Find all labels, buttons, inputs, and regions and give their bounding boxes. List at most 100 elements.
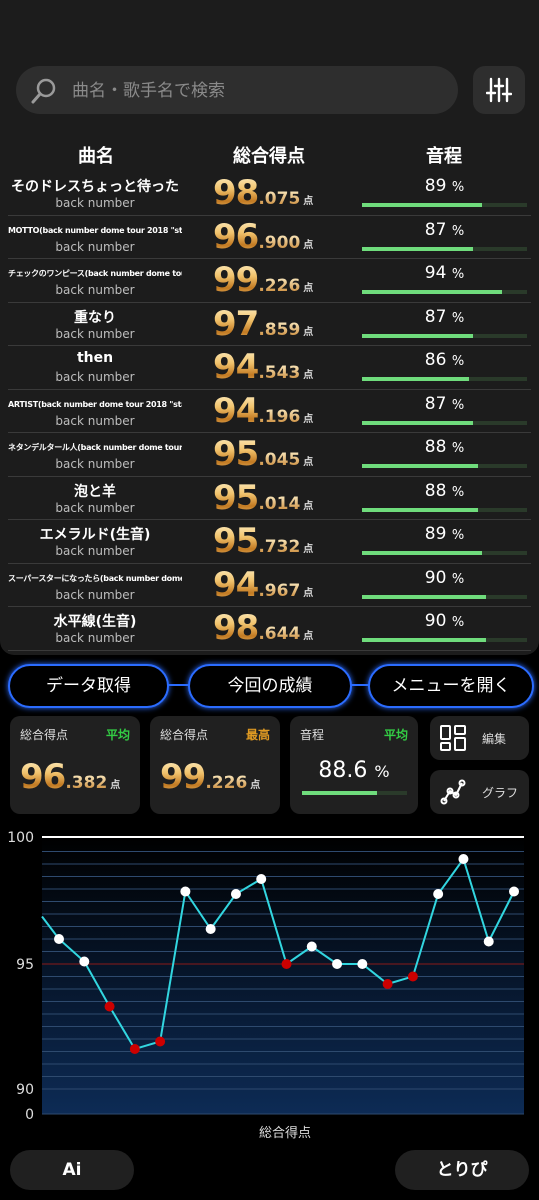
total-score: 94.196 点 [213, 390, 314, 431]
song-title: ネタンデルタール人(back number dome tour 2018 "st… [8, 443, 182, 452]
total-score: 94.543 点 [213, 347, 314, 387]
total-score: 95.732 点 [213, 521, 314, 561]
search-bar[interactable] [16, 66, 458, 116]
layout-icon [440, 725, 466, 751]
card-label: 音程 [300, 728, 325, 742]
pitch-value: 90 % [424, 611, 465, 631]
pitch-bar [362, 464, 527, 468]
pitch-value: 88 % [424, 480, 465, 501]
open-menu-button[interactable]: メニューを開く [368, 664, 534, 708]
data-point [79, 956, 90, 967]
avg-pitch-bar [302, 791, 407, 795]
table-row[interactable]: 重なり back number 97.859 点 87 % [8, 303, 531, 346]
artist-name: back number [55, 239, 135, 254]
song-title: そのドレスちょっと待った [11, 179, 179, 195]
y-tick-label: 95 [16, 957, 34, 973]
edit-button[interactable]: 編集 [430, 716, 529, 760]
score-line-chart[interactable]: 100 95 90 0 総合得点 [0, 826, 539, 1146]
table-row[interactable]: スーパースターになったら(back number dome tour 2018 … [8, 564, 531, 607]
artist-name: back number [55, 457, 135, 471]
pitch-bar [362, 551, 527, 555]
header-score[interactable]: 総合得点 [233, 142, 305, 168]
table-row[interactable]: そのドレスちょっと待った back number 98.075 点 89 % [8, 172, 531, 216]
pitch-value: 89 % [424, 524, 465, 544]
data-point [54, 934, 64, 944]
data-point [180, 886, 191, 897]
table-row[interactable]: 水平線(生音) back number 98.644 点 90 % [8, 607, 531, 651]
song-title: 泡と羊 [74, 483, 116, 500]
pitch-bar [362, 377, 527, 381]
pitch-bar [362, 333, 527, 338]
total-score: 96.900 点 [213, 216, 314, 257]
filter-button[interactable] [473, 66, 525, 114]
song-title: 風の強い日 [8, 655, 182, 656]
current-results-button[interactable]: 今回の成績 [188, 664, 352, 708]
song-title: 水平線(生音) [53, 614, 137, 630]
song-title: チェックのワンピース(back number dome tour 2018 "s… [8, 269, 182, 278]
table-row[interactable]: then back number 94.543 点 86 % [8, 346, 531, 390]
song-list-panel: 曲名 総合得点 音程 そのドレスちょっと待ったback number98.075… [0, 0, 539, 655]
song-title: MOTTO(back number dome tour 2018 "stay w… [8, 225, 182, 235]
pitch-value: 87 % [424, 219, 465, 240]
song-title: 重なり [74, 309, 116, 326]
graph-icon [440, 779, 466, 805]
pitch-value: 86 % [424, 350, 465, 370]
data-point [104, 1001, 115, 1012]
table-row[interactable]: 風の強い日back number9790 % [8, 651, 531, 656]
card-tag: 最高 [245, 728, 270, 742]
artist-name: back number [55, 326, 135, 341]
artist-name: back number [55, 631, 135, 645]
table-row[interactable]: ネタンデルタール人(back number dome tour 2018 "st… [8, 433, 531, 477]
pitch-value: 89 % [424, 176, 465, 196]
song-title: スーパースターになったら(back number dome tour 2018 … [8, 573, 182, 583]
card-tag: 平均 [105, 728, 130, 742]
data-point [458, 854, 469, 864]
data-point [256, 874, 267, 884]
ai-button[interactable]: Ai [10, 1150, 134, 1190]
artist-name: back number [55, 413, 135, 428]
header-song[interactable]: 曲名 [78, 142, 114, 168]
song-title: エメラルド(生音) [39, 527, 151, 543]
total-score: 98.075 点 [213, 173, 314, 213]
pitch-bar [362, 507, 527, 512]
search-input[interactable] [70, 66, 454, 116]
pitch-bar [362, 290, 527, 294]
card-tag: 平均 [383, 728, 408, 742]
x-axis-label: 総合得点 [259, 1125, 311, 1141]
table-row[interactable]: チェックのワンピース(back number dome tour 2018 "s… [8, 259, 531, 303]
y-tick-label: 100 [7, 830, 34, 846]
table-row[interactable]: ARTIST(back number dome tour 2018 "stay … [8, 390, 531, 433]
header-pitch[interactable]: 音程 [426, 142, 462, 168]
pitch-value: 87 % [424, 393, 465, 414]
table-row[interactable]: エメラルド(生音) back number 95.732 点 89 % [8, 520, 531, 564]
data-point [433, 889, 444, 899]
avg-score-card: 総合得点 平均 96.382 点 [10, 716, 140, 814]
data-point [306, 941, 317, 952]
data-point [382, 979, 393, 989]
artist-name: back number [55, 196, 135, 210]
table-header: 曲名 総合得点 音程 [8, 136, 531, 170]
avg-score-value: 96.382 点 [20, 757, 121, 797]
data-point [155, 1036, 166, 1047]
pitch-bar [362, 594, 527, 599]
data-point [332, 959, 343, 969]
toribi-button[interactable]: とりぴ [395, 1150, 529, 1190]
graph-button[interactable]: グラフ [430, 770, 529, 814]
artist-name: back number [55, 500, 135, 515]
data-point [407, 971, 418, 982]
pitch-bar [362, 420, 527, 425]
search-icon [31, 78, 56, 104]
pitch-value: 94 % [424, 263, 465, 283]
total-score: 94.967 点 [213, 564, 314, 605]
artist-name: back number [55, 544, 135, 558]
pitch-value: 87 % [424, 306, 465, 327]
data-point [483, 936, 494, 947]
table-row[interactable]: 泡と羊 back number 95.014 点 88 % [8, 477, 531, 520]
nav-connector [168, 684, 190, 686]
total-score: 97.859 点 [213, 303, 314, 344]
data-point [357, 959, 368, 969]
pitch-value: 90 % [424, 567, 465, 588]
fetch-data-button[interactable]: データ取得 [8, 664, 169, 708]
table-row[interactable]: MOTTO(back number dome tour 2018 "stay w… [8, 216, 531, 259]
song-title: then [76, 350, 114, 366]
